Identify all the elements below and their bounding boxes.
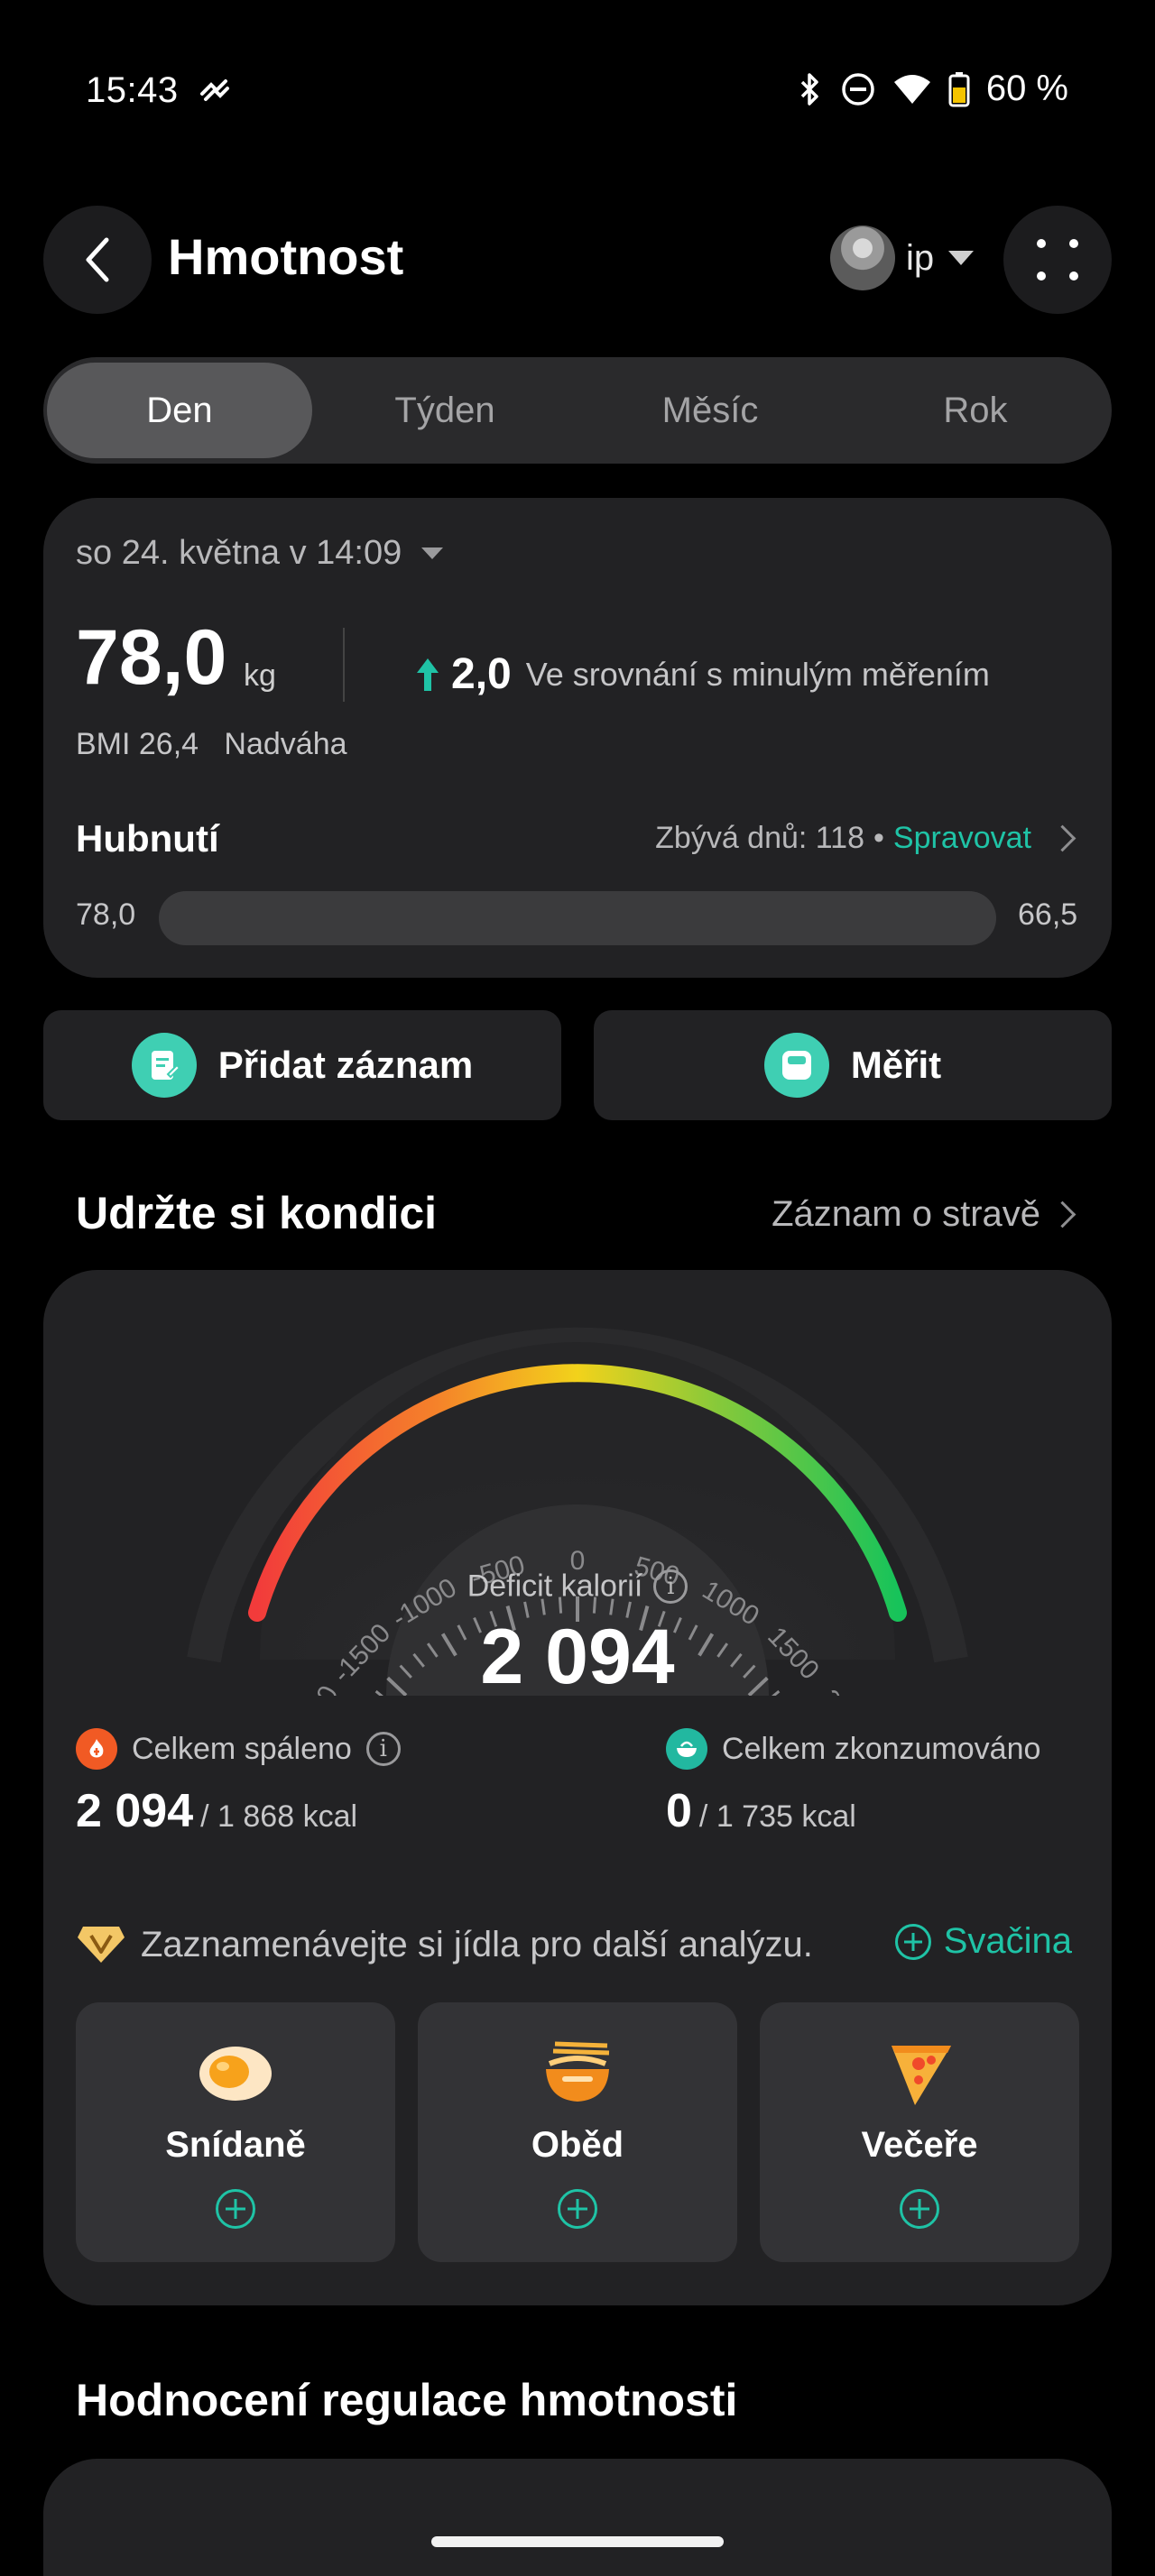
scale-icon (763, 1033, 829, 1098)
burned-values: 2 094 / 1 868 kcal (76, 1784, 357, 1838)
note-icon (131, 1033, 197, 1098)
tab-month[interactable]: Měsíc (578, 363, 843, 458)
goal-progress-bar (159, 891, 996, 945)
flame-icon (76, 1728, 117, 1770)
profile-switcher[interactable]: ip (830, 225, 975, 290)
measure-label: Měřit (850, 1044, 942, 1086)
egg-icon (195, 2037, 276, 2109)
bowl-icon (666, 1728, 707, 1770)
add-snack-button[interactable]: Svačina (894, 1921, 1072, 1962)
profile-name: ip (906, 237, 935, 278)
food-log-label: Záznam o stravě (772, 1194, 1040, 1234)
meal-promo: Zaznamenávejte si jídla pro další analýz… (76, 1923, 813, 1966)
weight-unit: kg (244, 658, 276, 693)
burned-value: 2 094 (76, 1785, 194, 1837)
bmi-status: Nadváha (224, 727, 347, 761)
meal-name: Oběd (531, 2125, 624, 2165)
notification-icon (200, 79, 229, 101)
tab-year[interactable]: Rok (843, 363, 1108, 458)
tab-week[interactable]: Týden (312, 363, 578, 458)
noodle-bowl-icon (537, 2037, 618, 2109)
add-record-button[interactable]: Přidat záznam (43, 1010, 561, 1120)
consumed-label: Celkem zkonzumováno (722, 1731, 1041, 1766)
meal-name: Snídaně (165, 2125, 306, 2165)
vip-diamond-icon (78, 1927, 125, 1963)
arrow-up-icon (417, 658, 439, 691)
pizza-icon (879, 2037, 960, 2109)
promo-text: Zaznamenávejte si jídla pro další analýz… (141, 1924, 813, 1964)
divider (343, 628, 345, 702)
chevron-right-icon (1049, 824, 1076, 852)
goal-target-weight: 66,5 (1018, 897, 1078, 932)
deficit-label: Deficit kalorií (467, 1569, 643, 1604)
status-time: 15:43 (86, 70, 179, 110)
measure-button[interactable]: Měřit (594, 1010, 1112, 1120)
days-left: Zbývá dnů: 118 (655, 821, 864, 855)
weight-evaluation-card (43, 2459, 1112, 2576)
consumed-target: / 1 735 kcal (698, 1799, 856, 1834)
bmi-value: BMI 26,4 (76, 727, 199, 761)
avatar (830, 225, 895, 290)
add-breakfast-icon[interactable] (216, 2189, 255, 2229)
info-icon[interactable]: i (365, 1732, 401, 1766)
chevron-right-icon (1049, 1201, 1076, 1228)
plus-circle-icon (894, 1923, 931, 1960)
battery-icon (948, 71, 970, 106)
meal-name: Večeře (861, 2125, 978, 2165)
deficit-label-row: Deficit kalorií i (0, 1568, 1155, 1605)
add-lunch-icon[interactable] (558, 2189, 597, 2229)
food-log-link[interactable]: Záznam o stravě (772, 1194, 1076, 1235)
meal-card-dinner[interactable]: Večeře (760, 2002, 1079, 2262)
meal-card-breakfast[interactable]: Snídaně (76, 2002, 395, 2262)
burned-header: Celkem spáleno i (76, 1728, 401, 1770)
measurement-date: so 24. května v 14:09 (76, 534, 402, 572)
goal-start-weight: 78,0 (76, 897, 136, 932)
burned-label: Celkem spáleno (132, 1731, 352, 1766)
add-dinner-icon[interactable] (900, 2189, 939, 2229)
dnd-icon (842, 72, 874, 106)
add-record-label: Přidat záznam (217, 1044, 474, 1086)
consumed-value: 0 (666, 1785, 692, 1837)
page-title: Hmotnost (168, 228, 404, 285)
goal-title: Hubnutí (76, 817, 219, 860)
consumed-values: 0 / 1 735 kcal (666, 1784, 856, 1838)
wifi-icon (893, 74, 930, 104)
separator: • (873, 821, 884, 855)
date-selector[interactable]: so 24. května v 14:09 (76, 534, 444, 573)
snack-label: Svačina (943, 1921, 1072, 1961)
deficit-value: 2 094 (480, 1614, 675, 1700)
delta-label: Ve srovnání s minulým měřením (525, 655, 990, 693)
bluetooth-icon (800, 72, 818, 106)
chevron-down-icon (948, 251, 975, 265)
more-button[interactable] (1003, 206, 1112, 314)
weight-value: 78,0 (76, 614, 227, 701)
battery-percent: 60 % (985, 69, 1068, 108)
weight-delta: 2,0 Ve srovnání s minulým měřením (415, 649, 990, 699)
burned-target: / 1 868 kcal (200, 1799, 358, 1834)
consumed-header: Celkem zkonzumováno (666, 1728, 1040, 1770)
chevron-down-icon (421, 547, 444, 559)
info-icon[interactable]: i (653, 1569, 688, 1605)
home-indicator[interactable] (431, 2536, 724, 2547)
back-arrow-icon (86, 237, 109, 282)
period-tabs: Den Týden Měsíc Rok (43, 357, 1112, 464)
meal-card-lunch[interactable]: Oběd (418, 2002, 737, 2262)
expand-icon (1037, 239, 1078, 281)
section-title-weight-evaluation: Hodnocení regulace hmotnosti (76, 2375, 738, 2425)
back-button[interactable] (43, 206, 152, 314)
status-icons: 60 % (797, 69, 1068, 109)
section-title-condition: Udržte si kondici (76, 1188, 438, 1238)
delta-value: 2,0 (451, 650, 512, 698)
tab-day[interactable]: Den (47, 363, 312, 458)
goal-manage-link[interactable]: Zbývá dnů: 118 • Spravovat (655, 821, 1076, 856)
manage-link[interactable]: Spravovat (893, 821, 1031, 856)
bmi-info: BMI 26,4 Nadváha (76, 727, 347, 762)
